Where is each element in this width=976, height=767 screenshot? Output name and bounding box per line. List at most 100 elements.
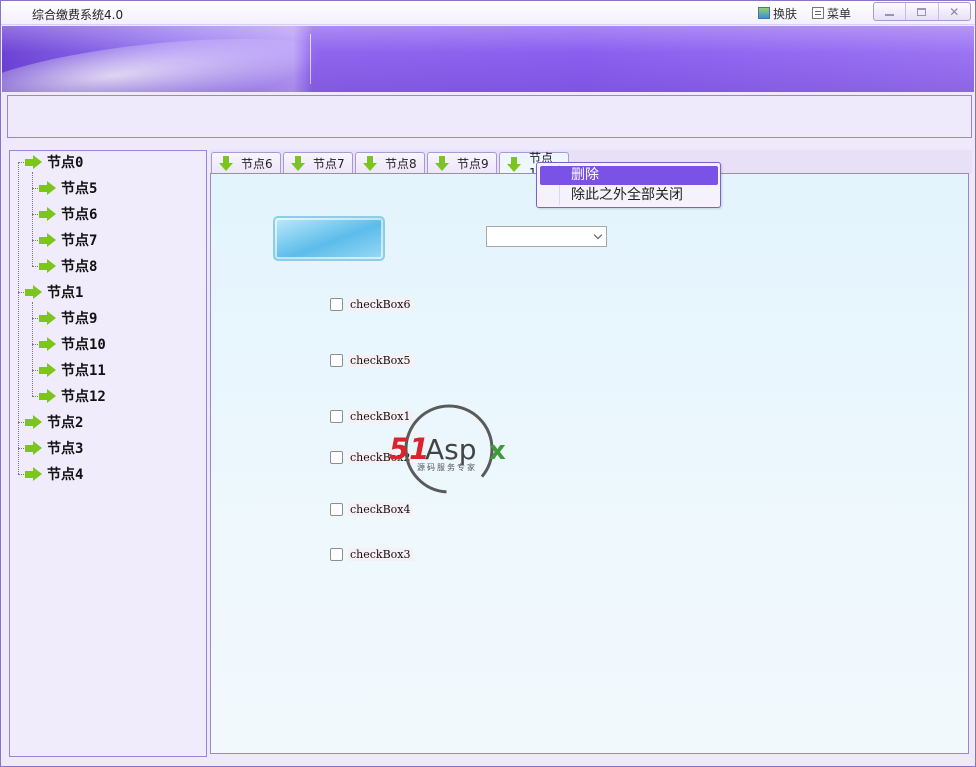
arrow-right-icon (25, 415, 43, 429)
checkbox[interactable] (330, 298, 343, 311)
tree-connector (18, 162, 19, 474)
checkbox-item[interactable]: checkBox5 (330, 354, 413, 367)
tree-item-label: 节点5 (61, 181, 98, 197)
window-controls: ✕ (873, 2, 971, 21)
maximize-button[interactable] (906, 3, 939, 20)
arrow-right-icon (39, 311, 57, 325)
tree-item[interactable]: 节点4 (25, 464, 83, 484)
menu-icon (812, 7, 824, 19)
tree-item-label: 节点4 (47, 467, 84, 483)
arrow-right-icon (39, 233, 57, 247)
chevron-down-icon (593, 230, 603, 240)
minimize-icon (885, 13, 895, 16)
maximize-icon (917, 7, 927, 16)
checkbox[interactable] (330, 410, 343, 423)
tree-item[interactable]: 节点0 (25, 152, 83, 172)
tree-item-label: 节点0 (47, 155, 84, 171)
watermark-tagline: 源码服务专家 (417, 462, 477, 472)
close-icon: ✕ (949, 4, 960, 19)
window-title: 综合缴费系统4.0 (32, 8, 124, 22)
arrow-right-icon (25, 155, 43, 169)
tree-item-label: 节点12 (61, 389, 106, 405)
tab-1[interactable]: 节点7 (283, 152, 353, 174)
menu-button[interactable]: 菜单 (812, 5, 851, 21)
tree-item-label: 节点8 (61, 259, 98, 275)
tree-view[interactable]: 节点0 节点5 节点6 节点7 节点8 节点1 节点9 节点10 节点11 节点12 节点2 节点3 节… (9, 150, 207, 757)
svg-text:Asp: Asp (425, 433, 477, 466)
banner-divider (310, 34, 311, 84)
tree-item[interactable]: 节点2 (25, 412, 83, 432)
arrow-down-icon (435, 155, 449, 172)
tree-item-label: 节点1 (47, 285, 84, 301)
tab-label: 节点7 (313, 157, 345, 171)
menu-label: 菜单 (827, 6, 852, 21)
tree-item[interactable]: 节点7 (39, 230, 97, 250)
skin-label: 换肤 (773, 6, 798, 21)
checkbox-item[interactable]: checkBox4 (330, 503, 413, 516)
checkbox[interactable] (330, 451, 343, 464)
blue-button[interactable] (273, 216, 385, 261)
tree-item[interactable]: 节点11 (39, 360, 106, 380)
tree-item-label: 节点9 (61, 311, 98, 327)
arrow-right-icon (39, 181, 57, 195)
context-menu: 删除 除此之外全部关闭 (536, 162, 721, 208)
checkbox-label: checkBox3 (348, 548, 413, 561)
arrow-down-icon (363, 155, 377, 172)
tree-item[interactable]: 节点6 (39, 204, 97, 224)
dropdown-select[interactable] (486, 226, 607, 247)
tree-item-label: 节点3 (47, 441, 84, 457)
arrow-right-icon (39, 363, 57, 377)
arrow-right-icon (25, 285, 43, 299)
checkbox-label: checkBox6 (348, 298, 413, 311)
tab-2[interactable]: 节点8 (355, 152, 425, 174)
arrow-down-icon (219, 155, 233, 172)
checkbox-label: checkBox4 (348, 503, 413, 516)
tree-item[interactable]: 节点8 (39, 256, 97, 276)
tree-item[interactable]: 节点5 (39, 178, 97, 198)
arrow-right-icon (39, 259, 57, 273)
main-window: 综合缴费系统4.0 换肤 菜单 ✕ 节点0 节点5 节点6 节点7 节点8 节点1 节点9 节… (0, 0, 976, 767)
tree-item[interactable]: 节点10 (39, 334, 106, 354)
tree-item[interactable]: 节点3 (25, 438, 83, 458)
tree-item[interactable]: 节点12 (39, 386, 106, 406)
tab-0[interactable]: 节点6 (211, 152, 281, 174)
title-bar[interactable]: 综合缴费系统4.0 换肤 菜单 ✕ (1, 1, 975, 25)
tab-label: 节点6 (241, 157, 273, 171)
tree-item-label: 节点7 (61, 233, 98, 249)
tree-connector (32, 302, 33, 396)
tree-connector (32, 172, 33, 266)
skin-button[interactable]: 换肤 (758, 5, 797, 21)
header-banner (2, 26, 974, 92)
arrow-down-icon (291, 155, 305, 172)
minimize-button[interactable] (874, 3, 907, 20)
checkbox[interactable] (330, 503, 343, 516)
tree-item[interactable]: 节点1 (25, 282, 83, 302)
arrow-right-icon (39, 207, 57, 221)
tree-item-label: 节点10 (61, 337, 106, 353)
skin-icon (758, 7, 770, 19)
tab-content: checkBox6 checkBox5 checkBox1 checkBox2 chec… (210, 173, 969, 754)
tab-3[interactable]: 节点9 (427, 152, 497, 174)
watermark-logo: 51 Asp x 源码服务专家 (389, 404, 506, 494)
svg-text:51: 51 (389, 432, 429, 466)
arrow-right-icon (25, 467, 43, 481)
tree-item-label: 节点11 (61, 363, 106, 379)
tree-item-label: 节点6 (61, 207, 98, 223)
tab-label: 节点8 (385, 157, 417, 171)
arrow-down-icon (507, 156, 521, 173)
checkbox-item[interactable]: checkBox3 (330, 548, 413, 561)
close-button[interactable]: ✕ (939, 3, 970, 20)
checkbox[interactable] (330, 548, 343, 561)
tree-item-label: 节点2 (47, 415, 84, 431)
context-menu-close-others[interactable]: 除此之外全部关闭 (540, 186, 718, 205)
arrow-right-icon (39, 389, 57, 403)
checkbox[interactable] (330, 354, 343, 367)
toolbar-panel (7, 95, 972, 138)
context-menu-delete[interactable]: 删除 (540, 166, 718, 185)
checkbox-label: checkBox5 (348, 354, 413, 367)
arrow-right-icon (39, 337, 57, 351)
checkbox-item[interactable]: checkBox6 (330, 298, 413, 311)
tree-item[interactable]: 节点9 (39, 308, 97, 328)
tab-label: 节点9 (457, 157, 489, 171)
svg-text:x: x (489, 436, 506, 466)
